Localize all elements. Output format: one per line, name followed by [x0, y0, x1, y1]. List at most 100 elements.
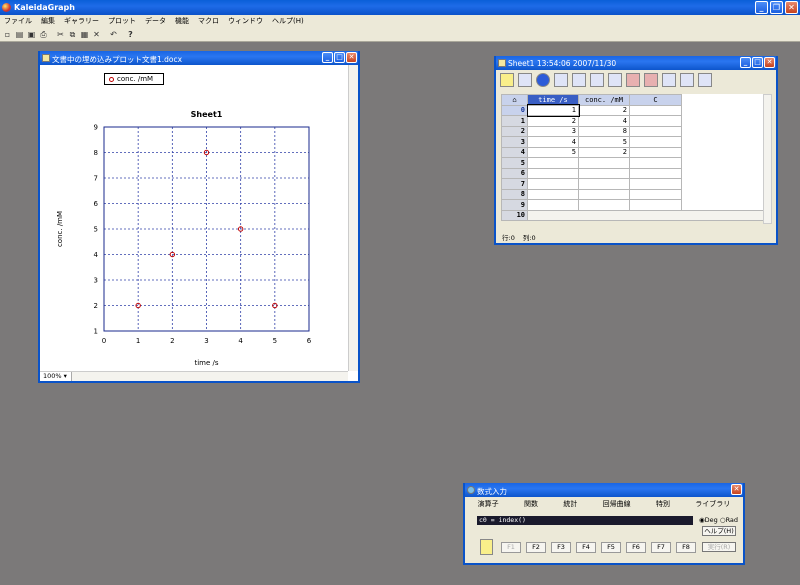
tab-special[interactable]: 特別: [656, 499, 670, 509]
f1-button[interactable]: F1: [501, 542, 521, 553]
tab-library[interactable]: ライブラリ: [695, 499, 730, 509]
tab-regression[interactable]: 回帰曲線: [603, 499, 631, 509]
column-width-icon[interactable]: [698, 73, 712, 87]
sort-icon[interactable]: [662, 73, 676, 87]
menu-help[interactable]: ヘルプ(H): [272, 16, 304, 26]
row-number[interactable]: 8: [501, 188, 528, 200]
row-number[interactable]: 1: [501, 115, 528, 127]
formula-window-title-bar[interactable]: 数式入力 ✕: [465, 483, 743, 497]
tab-operators[interactable]: 演算子: [478, 499, 499, 509]
paste-icon[interactable]: ▦: [79, 28, 90, 40]
info-icon[interactable]: [536, 73, 550, 87]
minimize-button[interactable]: _: [755, 1, 768, 14]
cell[interactable]: [629, 167, 682, 179]
undo-icon[interactable]: ↶: [108, 28, 119, 40]
row-number[interactable]: 7: [501, 178, 528, 190]
column-format-icon[interactable]: [518, 73, 532, 87]
cell[interactable]: 5: [527, 146, 579, 158]
cell[interactable]: 1: [526, 104, 580, 117]
menu-data[interactable]: データ: [145, 16, 166, 26]
cell[interactable]: [527, 178, 579, 190]
cell[interactable]: [527, 188, 579, 200]
formula-input[interactable]: c0 = index(): [477, 516, 693, 525]
notes-icon[interactable]: [480, 539, 493, 555]
row-number[interactable]: 6: [501, 167, 528, 179]
graph-close-button[interactable]: ✕: [346, 52, 357, 63]
column-header-conc[interactable]: conc. /mM: [578, 94, 630, 106]
help-icon[interactable]: ?: [125, 28, 136, 40]
menu-macro[interactable]: マクロ: [198, 16, 219, 26]
menu-gallery[interactable]: ギャラリー: [64, 16, 99, 26]
menu-window[interactable]: ウィンドウ: [228, 16, 263, 26]
cell[interactable]: [578, 188, 630, 200]
insert-row-icon[interactable]: [572, 73, 586, 87]
graph-minimize-button[interactable]: _: [322, 52, 333, 63]
row-number[interactable]: 2: [501, 125, 528, 137]
clear-icon[interactable]: ✕: [91, 28, 102, 40]
sheet-vertical-scrollbar[interactable]: [763, 94, 772, 224]
row-number[interactable]: 9: [501, 199, 528, 211]
graph-vertical-scrollbar[interactable]: [348, 65, 358, 371]
notes-icon[interactable]: [500, 73, 514, 87]
row-number[interactable]: 4: [501, 146, 528, 158]
run-button[interactable]: 実行(R): [702, 542, 736, 552]
f7-button[interactable]: F7: [651, 542, 671, 553]
cell[interactable]: [578, 157, 630, 169]
copy-icon[interactable]: ⧉: [67, 28, 78, 40]
cell[interactable]: [578, 167, 630, 179]
cell[interactable]: 2: [578, 146, 630, 158]
sheet-maximize-button[interactable]: □: [752, 57, 763, 68]
move-column-icon[interactable]: [590, 73, 604, 87]
menu-edit[interactable]: 編集: [41, 16, 55, 26]
menu-functions[interactable]: 機能: [175, 16, 189, 26]
help-button[interactable]: ヘルプ(H): [702, 526, 736, 536]
menu-plot[interactable]: プロット: [108, 16, 136, 26]
delete-column-icon[interactable]: [626, 73, 640, 87]
graph-horizontal-scrollbar[interactable]: 100% ▾: [40, 371, 348, 381]
f6-button[interactable]: F6: [626, 542, 646, 553]
row-number[interactable]: 0: [501, 104, 528, 116]
sheet-close-button[interactable]: ✕: [764, 57, 775, 68]
save-icon[interactable]: ▣: [26, 28, 37, 40]
restore-button[interactable]: ❐: [770, 1, 783, 14]
cell-edit-field[interactable]: [682, 95, 766, 106]
row-number[interactable]: 3: [501, 136, 528, 148]
cell[interactable]: [629, 136, 682, 148]
f5-button[interactable]: F5: [601, 542, 621, 553]
cell[interactable]: 2: [527, 115, 579, 127]
cell[interactable]: 4: [578, 115, 630, 127]
row-number[interactable]: 5: [501, 157, 528, 169]
cell[interactable]: [629, 157, 682, 169]
sheet-minimize-button[interactable]: _: [740, 57, 751, 68]
delete-row-icon[interactable]: [644, 73, 658, 87]
cell[interactable]: [527, 199, 579, 211]
zoom-selector[interactable]: 100% ▾: [40, 372, 72, 381]
cell[interactable]: 8: [578, 125, 630, 137]
home-cell[interactable]: ⌂: [501, 94, 528, 106]
font-icon[interactable]: [680, 73, 694, 87]
insert-column-icon[interactable]: [554, 73, 568, 87]
cell[interactable]: 2: [578, 104, 630, 116]
cell[interactable]: [527, 157, 579, 169]
cell[interactable]: [578, 199, 630, 211]
f2-button[interactable]: F2: [526, 542, 546, 553]
f3-button[interactable]: F3: [551, 542, 571, 553]
move-row-icon[interactable]: [608, 73, 622, 87]
open-folder-icon[interactable]: ▤: [14, 28, 25, 40]
f8-button[interactable]: F8: [676, 542, 696, 553]
sheet-window-title-bar[interactable]: Sheet1 13:54:06 2007/11/30 _ □ ✕: [496, 56, 776, 70]
tab-functions[interactable]: 関数: [524, 499, 538, 509]
cell[interactable]: 4: [527, 136, 579, 148]
formula-close-button[interactable]: ✕: [731, 484, 742, 495]
cell[interactable]: [629, 104, 682, 116]
new-doc-icon[interactable]: ▫: [2, 28, 13, 40]
column-header-c[interactable]: C: [629, 94, 682, 106]
column-header-time[interactable]: time /s: [527, 94, 579, 106]
cell[interactable]: 3: [527, 125, 579, 137]
graph-window-title-bar[interactable]: 文書中の埋め込みプロット文書1.docx _ □ ✕: [40, 51, 358, 65]
print-icon[interactable]: ⎙: [38, 28, 49, 40]
cell[interactable]: 5: [578, 136, 630, 148]
cell[interactable]: [629, 115, 682, 127]
graph-maximize-button[interactable]: □: [334, 52, 345, 63]
row-number[interactable]: 10: [501, 209, 528, 221]
